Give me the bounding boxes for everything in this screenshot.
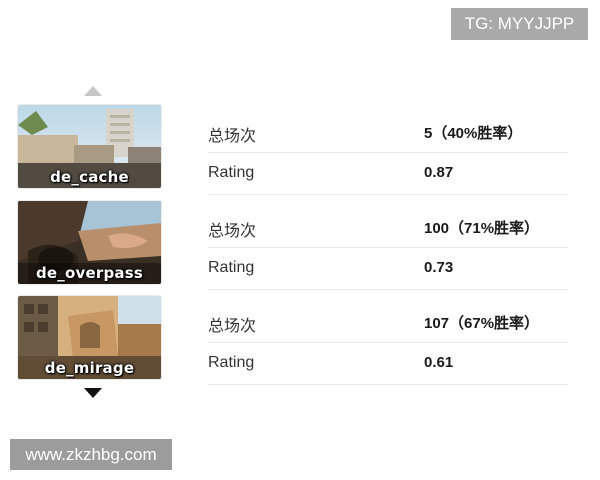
stat-label: Rating — [208, 354, 255, 371]
scroll-up-arrow-icon[interactable] — [84, 86, 102, 96]
watermark-bottom: www.zkzhbg.com — [10, 439, 172, 470]
map-name: de_overpass — [36, 264, 143, 282]
stat-row-overpass-rating: Rating 0.73 — [208, 247, 568, 290]
stat-label: 总场次 — [208, 128, 257, 145]
map-name: de_cache — [50, 168, 129, 186]
stat-label: Rating — [208, 164, 255, 181]
stat-row-cache-rating: Rating 0.87 — [208, 152, 568, 195]
scroll-down-arrow-icon[interactable] — [84, 388, 102, 398]
stat-value: 100（71%胜率） — [424, 220, 540, 237]
stat-label: 总场次 — [208, 223, 257, 240]
stat-row-cache-matches: 总场次 5（40%胜率） — [208, 110, 568, 153]
stat-row-mirage-rating: Rating 0.61 — [208, 342, 568, 385]
map-card-mirage[interactable]: de_mirage — [18, 296, 161, 379]
stat-value: 0.61 — [424, 354, 454, 371]
map-name: de_mirage — [44, 359, 135, 377]
watermark-top: TG: MYYJJPP — [451, 8, 588, 40]
stat-value: 5（40%胜率） — [424, 125, 523, 142]
map-card-overpass[interactable]: de_overpass — [18, 201, 161, 284]
map-card-cache[interactable]: de_cache — [18, 105, 161, 188]
stat-label: Rating — [208, 259, 255, 276]
stat-label: 总场次 — [208, 318, 257, 335]
stat-value: 0.87 — [424, 164, 454, 181]
stat-row-mirage-matches: 总场次 107（67%胜率） — [208, 300, 568, 343]
stat-value: 107（67%胜率） — [424, 315, 540, 332]
stat-row-overpass-matches: 总场次 100（71%胜率） — [208, 205, 568, 248]
stat-value: 0.73 — [424, 259, 454, 276]
